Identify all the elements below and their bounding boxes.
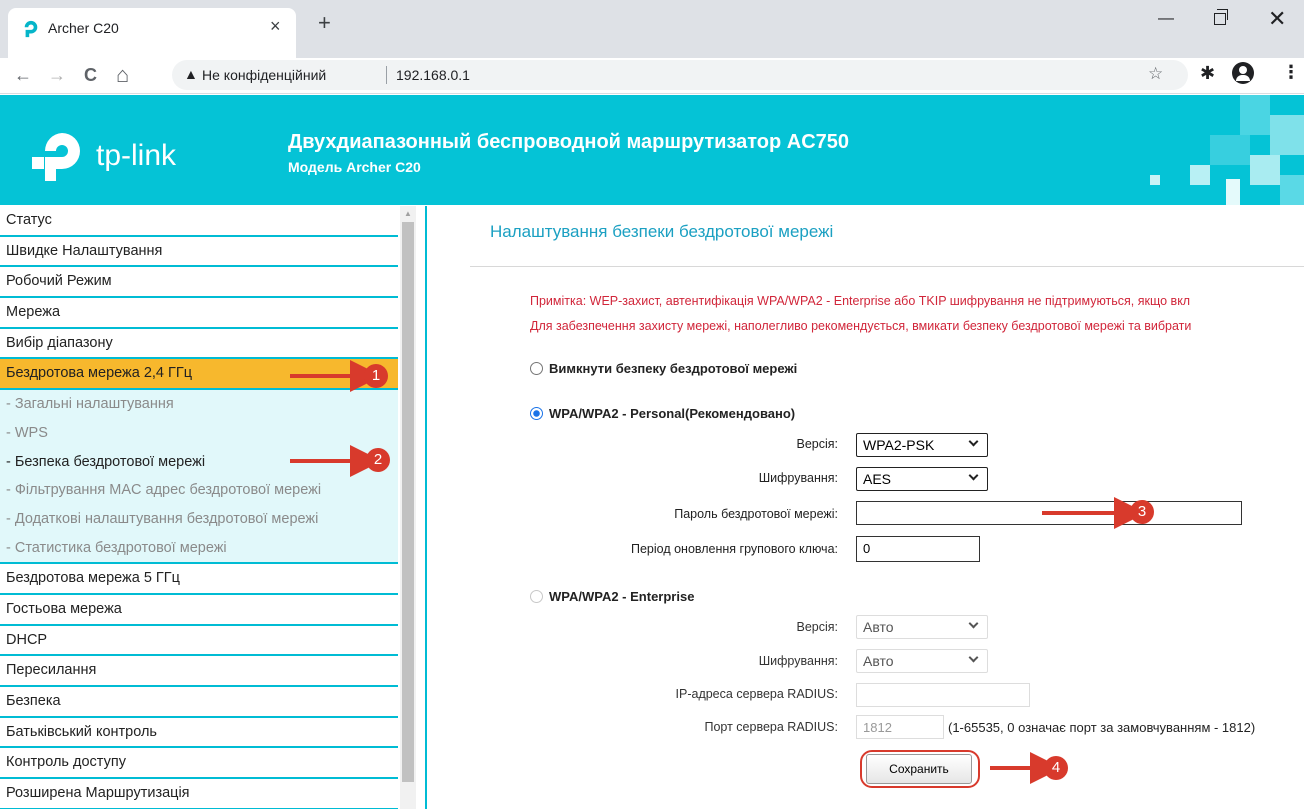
personal-encryption-select[interactable]: AES: [856, 467, 988, 491]
wpa-personal-option[interactable]: WPA/WPA2 - Personal(Рекомендовано): [530, 406, 795, 421]
password-input[interactable]: [856, 501, 1242, 525]
enterprise-version-select[interactable]: Авто: [856, 615, 988, 639]
group-key-input[interactable]: 0: [856, 536, 980, 562]
password-label: Пароль бездротової мережі:: [674, 507, 838, 521]
scroll-up-icon[interactable]: ▲: [400, 206, 416, 222]
sidebar-subitem[interactable]: - Безпека бездротової мережі: [0, 448, 398, 477]
address-divider: [386, 66, 387, 84]
sidebar-item[interactable]: Робочий Режим: [0, 267, 398, 299]
bookmark-star-icon[interactable]: ☆: [1148, 64, 1163, 84]
browser-toolbar: ← → C ⌂ ▲ Не конфіденційний 192.168.0.1: [0, 58, 1304, 94]
address-bar[interactable]: ▲ Не конфіденційний 192.168.0.1: [172, 60, 1188, 90]
tp-link-favicon-icon: [24, 20, 38, 38]
sidebar-subitem[interactable]: - Додаткові налаштування бездротової мер…: [0, 505, 398, 534]
enterprise-version-label: Версія:: [796, 620, 838, 634]
wpa-enterprise-option[interactable]: WPA/WPA2 - Enterprise: [530, 589, 694, 604]
chevron-down-icon: [968, 652, 979, 663]
sidebar-menu: Статус Швидке Налаштування Робочий Режим Ме…: [0, 206, 398, 809]
sidebar-scroll-thumb[interactable]: [402, 222, 414, 782]
personal-encryption-value: AES: [863, 471, 892, 487]
router-title: Двухдиапазонный беспроводной маршрутизат…: [288, 131, 850, 153]
forward-icon[interactable]: →: [48, 64, 66, 86]
sidebar-item[interactable]: Бездротова мережа 5 ГГц: [0, 564, 398, 595]
tab-title: Archer C20: [48, 20, 119, 36]
sidebar-item[interactable]: DHCP: [0, 626, 398, 657]
sidebar-item[interactable]: Батьківський контроль: [0, 718, 398, 749]
router-model: Модель Archer C20: [288, 159, 421, 175]
profile-avatar-icon[interactable]: [1232, 62, 1254, 84]
sidebar-item[interactable]: Безпека: [0, 687, 398, 718]
sidebar-divider: [425, 206, 427, 809]
sidebar-item[interactable]: Пересилання: [0, 656, 398, 687]
save-button[interactable]: Сохранить: [866, 754, 972, 784]
radius-port-label: Порт сервера RADIUS:: [704, 720, 839, 734]
annotation-badge-4: 4: [1044, 756, 1068, 780]
browser-tab[interactable]: Archer C20 ×: [8, 8, 296, 58]
enterprise-encryption-value: Авто: [863, 653, 894, 669]
radius-port-input[interactable]: 1812: [856, 715, 944, 739]
group-key-label: Період оновлення групового ключа:: [630, 542, 838, 556]
disable-security-label: Вимкнути безпеку бездротової мережі: [549, 361, 798, 376]
new-tab-icon[interactable]: +: [318, 12, 331, 34]
minimize-icon[interactable]: —: [1158, 10, 1174, 28]
url-text[interactable]: 192.168.0.1: [396, 67, 470, 83]
sidebar-item[interactable]: Розширена Маршрутизація: [0, 779, 398, 809]
personal-version-select[interactable]: WPA2-PSK: [856, 433, 988, 457]
disable-security-radio[interactable]: [530, 362, 543, 375]
tp-link-logo-icon: [32, 133, 80, 181]
radius-ip-label: IP-адреса сервера RADIUS:: [675, 687, 838, 701]
logo-text: tp-link: [96, 139, 177, 172]
sidebar-item[interactable]: Мережа: [0, 298, 398, 329]
enterprise-encryption-select[interactable]: Авто: [856, 649, 988, 673]
sidebar-item[interactable]: Статус: [0, 206, 398, 237]
annotation-badge-1: 1: [364, 364, 388, 388]
page-title: Налаштування безпеки бездротової мережі: [490, 222, 834, 241]
reload-icon[interactable]: C: [84, 64, 97, 86]
chevron-down-icon: [968, 470, 979, 481]
browser-tab-bar: Archer C20 × + — ✕: [0, 0, 1304, 58]
enterprise-version-value: Авто: [863, 619, 894, 635]
sidebar-item[interactable]: Швидке Налаштування: [0, 237, 398, 268]
window-close-icon[interactable]: ✕: [1268, 6, 1286, 32]
note-line-2: Для забезпечення захисту мережі, наполег…: [530, 319, 1192, 333]
radius-port-hint: (1-65535, 0 означає порт за замовчування…: [948, 720, 1256, 735]
note-line-1: Примітка: WEP-захист, автентифікація WPA…: [530, 294, 1191, 308]
annotation-badge-3: 3: [1130, 500, 1154, 524]
personal-version-label: Версія:: [796, 437, 838, 451]
annotation-badge-2: 2: [366, 448, 390, 472]
wireless-24-submenu: - Загальні налаштування - WPS - Безпека бе…: [0, 390, 398, 565]
sidebar-item[interactable]: Гостьова мережа: [0, 595, 398, 626]
security-label[interactable]: Не конфіденційний: [202, 67, 326, 83]
restore-icon[interactable]: [1214, 9, 1228, 25]
sidebar-subitem[interactable]: - WPS: [0, 419, 398, 448]
wpa-personal-radio[interactable]: [530, 407, 543, 420]
disable-security-option[interactable]: Вимкнути безпеку бездротової мережі: [530, 361, 797, 376]
sidebar-subitem[interactable]: - Загальні налаштування: [0, 390, 398, 419]
enterprise-encryption-label: Шифрування:: [758, 654, 838, 668]
wpa-enterprise-label: WPA/WPA2 - Enterprise: [549, 589, 695, 604]
warning-icon[interactable]: ▲: [184, 66, 198, 82]
extensions-icon[interactable]: ✱: [1200, 63, 1215, 84]
home-icon[interactable]: ⌂: [116, 64, 129, 86]
sidebar-item[interactable]: Вибір діапазону: [0, 329, 398, 360]
personal-version-value: WPA2-PSK: [863, 437, 935, 453]
header-pattern-decoration: [1150, 95, 1304, 205]
sidebar-subitem[interactable]: - Статистика бездротової мережі: [0, 534, 398, 563]
router-header: tp-link Двухдиапазонный беспроводной мар…: [0, 95, 1304, 205]
sidebar-item[interactable]: Контроль доступу: [0, 748, 398, 780]
sidebar-subitem[interactable]: - Фільтрування MAC адрес бездротової мер…: [0, 476, 398, 505]
title-divider: [470, 266, 1304, 267]
browser-menu-icon[interactable]: ⋮: [1282, 62, 1300, 83]
wpa-personal-label: WPA/WPA2 - Personal(Рекомендовано): [549, 406, 796, 421]
radius-ip-input[interactable]: [856, 683, 1030, 707]
sidebar-item-wireless-24[interactable]: Бездротова мережа 2,4 ГГц: [0, 359, 398, 391]
wpa-enterprise-radio[interactable]: [530, 590, 543, 603]
personal-encryption-label: Шифрування:: [758, 471, 838, 485]
chevron-down-icon: [968, 436, 979, 447]
main-content: Налаштування безпеки бездротової мережі …: [428, 206, 1304, 809]
chevron-down-icon: [968, 618, 979, 629]
tab-close-icon[interactable]: ×: [270, 16, 281, 37]
back-icon[interactable]: ←: [14, 64, 32, 86]
